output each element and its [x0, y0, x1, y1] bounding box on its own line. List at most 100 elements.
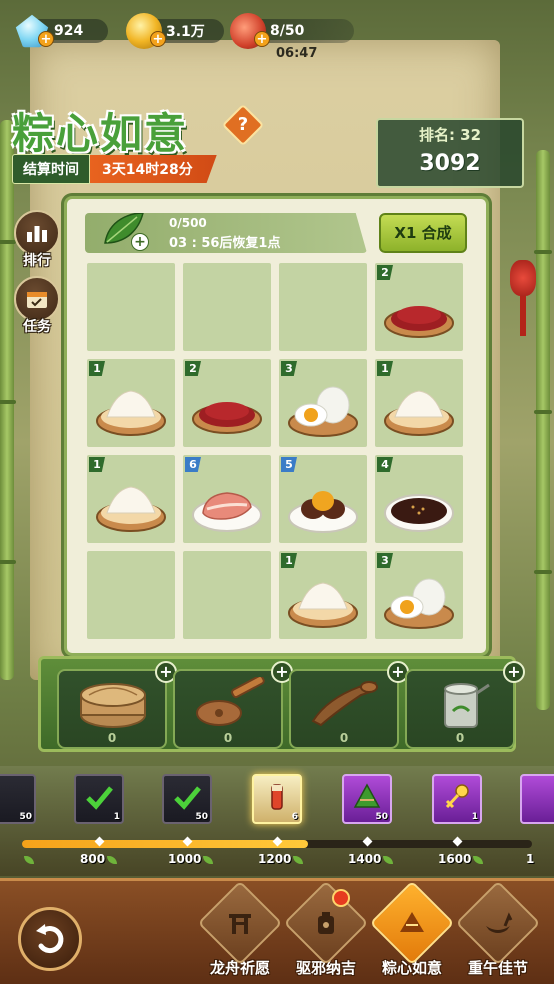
chestnut-icon [287, 473, 359, 537]
salted-egg-icon [383, 569, 455, 633]
pot-count: 0 [455, 731, 465, 745]
nav-dragon-boat-wish[interactable]: 龙舟祈愿 [197, 880, 283, 983]
settlement-label: 结算时间 [12, 154, 90, 184]
grid-cell-red-beans[interactable]: 2 [183, 359, 271, 447]
level-badge: 6 [185, 457, 201, 472]
gate-icon [197, 880, 283, 966]
tasks-button[interactable]: 任务 [12, 276, 62, 336]
add-gems-icon[interactable]: + [38, 31, 54, 47]
level-badge: 1 [89, 361, 105, 376]
milestone-label: 1400 [348, 852, 394, 866]
tool-slot-ladle[interactable]: 0 + [289, 661, 409, 749]
ranking-button[interactable]: 排行 [12, 210, 62, 270]
reward-item[interactable] [520, 774, 554, 824]
zongzi-icon [353, 783, 381, 808]
salted-egg-icon [287, 377, 359, 441]
nav-ward-evil[interactable]: 驱邪纳吉 [283, 880, 369, 983]
energy-bar: + 0/500 03 : 56后恢复1点 [85, 213, 367, 253]
event-title: 粽心如意 [12, 109, 189, 158]
gem-counter[interactable]: + 924 [15, 14, 108, 48]
leaf-icon [203, 855, 214, 864]
grid-cell-empty[interactable] [87, 263, 175, 351]
grid-cell-rice[interactable]: 1 [279, 551, 367, 639]
reward-item[interactable]: 1 [74, 774, 124, 824]
level-badge: 2 [377, 265, 393, 280]
nav-duanwu-festival[interactable]: 重午佳节 [455, 880, 541, 983]
settlement-value: 3天14时28分 [90, 155, 217, 183]
rank-score: 3092 [419, 151, 481, 176]
grid-cell-empty[interactable] [183, 263, 271, 351]
reward-item[interactable]: 50 [162, 774, 212, 824]
rice-icon [95, 473, 167, 537]
milestone-label: 1 [526, 852, 535, 866]
sachet-icon [283, 880, 369, 966]
grid-cell-salted-egg[interactable]: 3 [279, 359, 367, 447]
add-coins-icon[interactable]: + [150, 31, 166, 47]
reward-item[interactable]: 50 [342, 774, 392, 824]
grid-cell-rice[interactable]: 1 [87, 359, 175, 447]
ladle-count: 0 [339, 731, 349, 745]
merge-board: + 0/500 03 : 56后恢复1点 X1 合成 2 1 2 3 1 1 6 5 4 1 3 [64, 196, 489, 656]
add-energy-icon[interactable]: + [131, 233, 149, 251]
ladle-icon [311, 681, 378, 727]
leaf-icon [24, 855, 34, 864]
level-badge: 1 [89, 457, 105, 472]
grid-cell-empty[interactable] [279, 263, 367, 351]
energy-count: 0/500 [169, 216, 207, 230]
grid-cell-rice[interactable]: 1 [375, 359, 463, 447]
reward-item[interactable]: 50 [0, 774, 36, 824]
steamer-count: 0 [107, 731, 117, 745]
grid-cell-red-beans[interactable]: 2 [375, 263, 463, 351]
help-icon: ? [237, 114, 249, 135]
rank-label: 排名: 32 [418, 126, 482, 144]
leaf-icon [293, 855, 304, 864]
red-beans-icon [191, 377, 263, 441]
reward-item[interactable]: 1 [432, 774, 482, 824]
lantern-tassel-decoration [520, 296, 526, 336]
grid-cell-rice[interactable]: 1 [87, 455, 175, 543]
reward-item[interactable]: 6 [252, 774, 302, 824]
zongzi-icon [369, 880, 455, 966]
bamboo-right-decoration [534, 150, 552, 710]
level-badge: 3 [281, 361, 297, 376]
grid-cell-chestnut[interactable]: 5 [279, 455, 367, 543]
potion-icon [271, 784, 283, 810]
grid-cell-bean-paste[interactable]: 4 [375, 455, 463, 543]
red-beans-icon [383, 281, 455, 345]
settlement-time: 结算时间 3天14时28分 [12, 154, 217, 184]
notification-dot [332, 889, 350, 907]
key-icon [445, 784, 469, 809]
bottom-nav: 龙舟祈愿 驱邪纳吉 粽心如意 重午佳节 [0, 878, 554, 984]
gem-count: 924 [54, 23, 84, 39]
grid-cell-empty[interactable] [183, 551, 271, 639]
level-badge: 1 [377, 361, 393, 376]
bean-paste-icon [383, 473, 455, 537]
add-pot-icon[interactable]: + [503, 661, 525, 683]
rice-icon [287, 569, 359, 633]
tool-slot-pot[interactable]: 0 + [405, 661, 525, 749]
coin-counter[interactable]: + 3.1万 [126, 13, 224, 49]
stamina-count: 8/50 [270, 23, 305, 39]
checkmark-icon [174, 786, 201, 810]
tasks-label: 任务 [23, 319, 51, 335]
merge-button[interactable]: X1 合成 [379, 213, 467, 253]
ranking-label: 排行 [23, 253, 51, 269]
rice-icon [383, 377, 455, 441]
leaf-icon [107, 855, 118, 864]
milestone-label: 1000 [168, 852, 214, 866]
level-badge: 4 [377, 457, 393, 472]
reward-track: 50 1 50 6 50 1 800 1000 1200 1400 1600 1 [0, 766, 554, 876]
back-arrow-icon [36, 924, 64, 954]
spatula-icon [196, 677, 265, 726]
tool-slot-spatula[interactable]: 0 + [173, 661, 293, 749]
milestone-label: 1200 [258, 852, 304, 866]
add-stamina-icon[interactable]: + [254, 31, 270, 47]
stamina-counter[interactable]: + 8/50 [230, 13, 354, 49]
tool-slot-steamer[interactable]: 0 + [57, 661, 177, 749]
grid-cell-empty[interactable] [87, 551, 175, 639]
grid-cell-salted-egg[interactable]: 3 [375, 551, 463, 639]
dragon-boat-icon [455, 880, 541, 966]
back-button[interactable] [18, 907, 82, 971]
grid-cell-pork[interactable]: 6 [183, 455, 271, 543]
nav-zongzi-wish[interactable]: 粽心如意 [369, 880, 455, 983]
